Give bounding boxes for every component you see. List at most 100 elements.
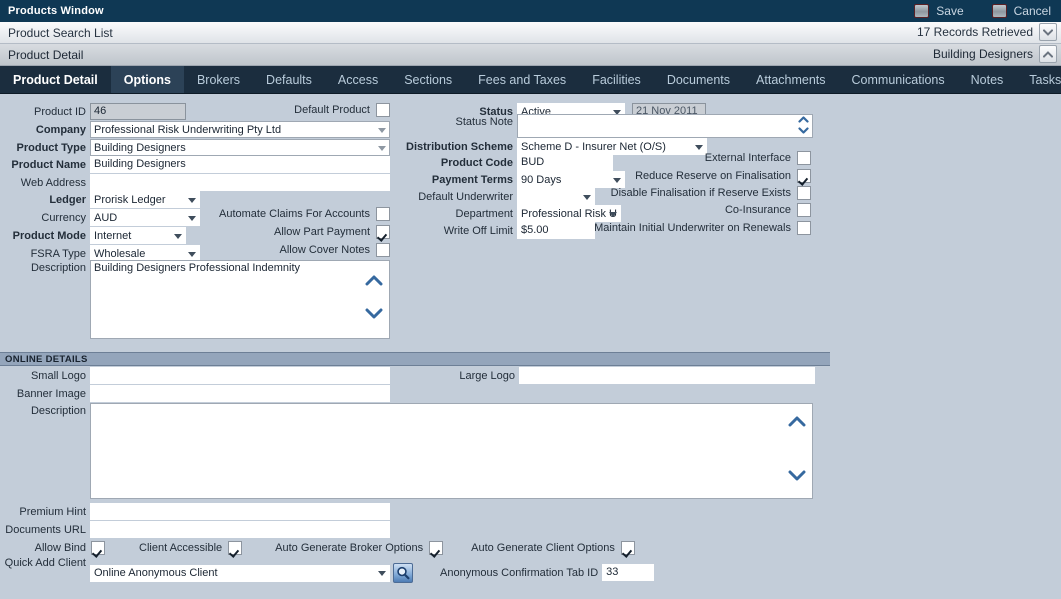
chevron-down-icon bbox=[188, 197, 196, 203]
product-search-list-label: Product Search List bbox=[8, 25, 113, 40]
chevron-up-icon bbox=[1043, 50, 1053, 58]
department-select[interactable]: Professional Risk U bbox=[517, 205, 621, 222]
chevron-down-icon bbox=[365, 308, 383, 319]
payment-terms-label: Payment Terms bbox=[431, 173, 513, 186]
online-description-scroll-up-button[interactable] bbox=[788, 416, 806, 427]
tab-sections[interactable]: Sections bbox=[391, 66, 465, 93]
quick-add-client-value: Online Anonymous Client bbox=[94, 567, 218, 579]
premium-hint-label: Premium Hint bbox=[19, 505, 86, 518]
banner-image-input[interactable] bbox=[90, 385, 390, 402]
disable-finalisation-checkbox[interactable] bbox=[797, 186, 811, 200]
allow-part-payment-checkbox[interactable] bbox=[376, 225, 390, 239]
allow-part-payment-label: Allow Part Payment bbox=[274, 226, 370, 238]
save-button-label: Save bbox=[936, 4, 964, 18]
status-note-label: Status Note bbox=[455, 116, 513, 128]
search-bar-right-group: 17 Records Retrieved bbox=[917, 23, 1057, 41]
description-scroll-down-button[interactable] bbox=[365, 308, 383, 319]
tab-documents[interactable]: Documents bbox=[654, 66, 743, 93]
description-scroll-up-button[interactable] bbox=[365, 275, 383, 286]
tab-tasks[interactable]: Tasks bbox=[1016, 66, 1061, 93]
tab-brokers[interactable]: Brokers bbox=[184, 66, 253, 93]
large-logo-input[interactable] bbox=[519, 367, 815, 384]
tab-communications[interactable]: Communications bbox=[839, 66, 958, 93]
detail-bar-right-group: Building Designers bbox=[933, 45, 1057, 63]
auto-generate-client-options-label: Auto Generate Client Options bbox=[471, 542, 615, 554]
status-note-textarea[interactable] bbox=[517, 114, 813, 138]
allow-cover-notes-checkbox[interactable] bbox=[376, 243, 390, 257]
web-address-input[interactable] bbox=[90, 174, 390, 191]
currency-value: AUD bbox=[94, 211, 118, 224]
online-description-scroll-down-button[interactable] bbox=[788, 470, 806, 481]
disable-finalisation-label: Disable Finalisation if Reserve Exists bbox=[610, 187, 791, 199]
search-list-collapse-button[interactable] bbox=[1039, 23, 1057, 41]
product-mode-select[interactable]: Internet bbox=[90, 227, 186, 244]
chevron-down-icon bbox=[1043, 28, 1053, 36]
tab-facilities[interactable]: Facilities bbox=[579, 66, 654, 93]
premium-hint-input[interactable] bbox=[90, 503, 390, 520]
chevron-down-icon bbox=[378, 127, 386, 133]
default-product-checkbox[interactable] bbox=[376, 103, 390, 117]
product-description-textarea[interactable]: Building Designers Professional Indemnit… bbox=[90, 260, 390, 339]
tab-fees-and-taxes[interactable]: Fees and Taxes bbox=[465, 66, 579, 93]
save-button[interactable]: Save bbox=[914, 4, 964, 18]
online-description-label: Description bbox=[30, 405, 86, 417]
documents-url-input[interactable] bbox=[90, 521, 390, 538]
window-action-group: Save Cancel bbox=[914, 0, 1051, 22]
online-details-header-label: ONLINE DETAILS bbox=[5, 353, 88, 365]
product-search-list-bar[interactable]: Product Search List 17 Records Retrieved bbox=[0, 22, 1061, 44]
client-accessible-checkbox[interactable] bbox=[228, 541, 243, 555]
company-select[interactable]: Professional Risk Underwriting Pty Ltd bbox=[90, 121, 390, 138]
quick-add-client-search-button[interactable] bbox=[393, 563, 413, 583]
status-note-scroll-down-button[interactable] bbox=[798, 127, 809, 134]
tab-attachments[interactable]: Attachments bbox=[743, 66, 838, 93]
large-logo-label: Large Logo bbox=[459, 369, 515, 382]
currency-select[interactable]: AUD bbox=[90, 209, 200, 226]
maintain-initial-underwriter-label: Maintain Initial Underwriter on Renewals bbox=[594, 222, 791, 234]
status-note-scroll-up-button[interactable] bbox=[798, 116, 809, 123]
detail-bar-context: Building Designers bbox=[932, 47, 1033, 61]
product-mode-value: Internet bbox=[94, 229, 132, 242]
small-logo-input[interactable] bbox=[90, 367, 390, 384]
external-interface-checkbox[interactable] bbox=[797, 151, 811, 165]
automate-claims-checkbox[interactable] bbox=[376, 207, 390, 221]
payment-terms-value: 90 Days bbox=[521, 173, 562, 186]
fsra-type-value: Wholesale bbox=[94, 247, 146, 260]
product-name-label: Product Name bbox=[11, 158, 86, 171]
tab-product-detail[interactable]: Product Detail bbox=[0, 66, 111, 93]
allow-bind-label: Allow Bind bbox=[34, 542, 86, 554]
quick-add-client-select[interactable]: Online Anonymous Client bbox=[90, 564, 390, 582]
chevron-down-icon bbox=[174, 233, 182, 239]
maintain-initial-underwriter-checkbox[interactable] bbox=[797, 221, 811, 235]
chevron-down-icon bbox=[609, 211, 617, 217]
small-logo-label: Small Logo bbox=[30, 369, 86, 382]
co-insurance-checkbox[interactable] bbox=[797, 203, 811, 217]
window-title-bar: Products Window Save Cancel bbox=[0, 0, 1061, 22]
chevron-down-icon bbox=[798, 127, 809, 134]
online-description-textarea[interactable] bbox=[90, 403, 813, 499]
product-detail-bar[interactable]: Product Detail Building Designers bbox=[0, 44, 1061, 66]
auto-generate-client-options-checkbox[interactable] bbox=[620, 541, 635, 555]
reduce-reserve-checkbox[interactable] bbox=[797, 169, 811, 183]
tab-notes[interactable]: Notes bbox=[958, 66, 1017, 93]
tab-options[interactable]: Options bbox=[110, 66, 184, 93]
product-options-form: Product ID 46 Default Product Company Pr… bbox=[0, 94, 1061, 599]
banner-image-label: Banner Image bbox=[16, 387, 86, 400]
chevron-down-icon bbox=[788, 470, 806, 481]
product-type-select[interactable]: Building Designers bbox=[90, 139, 390, 156]
co-insurance-label: Co-Insurance bbox=[724, 204, 791, 216]
auto-generate-broker-options-checkbox[interactable] bbox=[429, 541, 444, 555]
cancel-button[interactable]: Cancel bbox=[991, 4, 1051, 18]
product-type-label: Product Type bbox=[16, 141, 86, 154]
ledger-select[interactable]: Prorisk Ledger bbox=[90, 191, 200, 208]
product-type-value: Building Designers bbox=[94, 141, 186, 154]
magnifier-icon bbox=[397, 566, 410, 580]
tab-access[interactable]: Access bbox=[325, 66, 391, 93]
online-details-section-header: ONLINE DETAILS bbox=[0, 352, 830, 366]
product-detail-expand-button[interactable] bbox=[1039, 45, 1057, 63]
product-code-label: Product Code bbox=[440, 156, 513, 169]
tab-defaults[interactable]: Defaults bbox=[253, 66, 325, 93]
anonymous-confirmation-tab-id-input[interactable]: 33 bbox=[602, 564, 655, 581]
allow-bind-checkbox[interactable] bbox=[91, 541, 105, 555]
allow-cover-notes-label: Allow Cover Notes bbox=[279, 244, 370, 256]
product-name-input[interactable]: Building Designers bbox=[90, 156, 390, 173]
